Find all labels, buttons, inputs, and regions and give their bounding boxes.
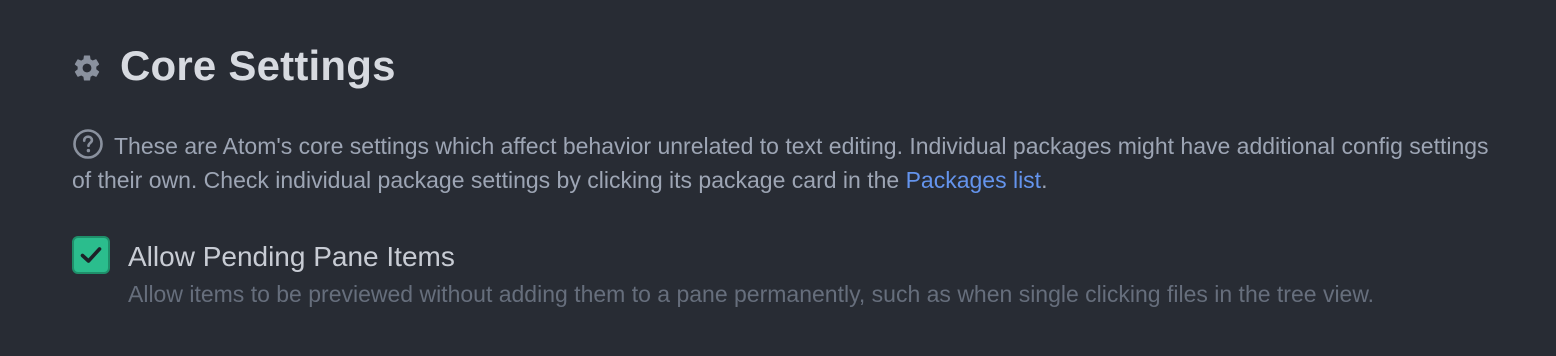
description-text: These are Atom's core settings which aff… <box>72 133 1489 193</box>
description-trailing-text: . <box>1041 167 1048 193</box>
packages-list-link[interactable]: Packages list <box>906 167 1042 193</box>
page-title: Core Settings <box>120 42 396 89</box>
section-heading: Core Settings <box>72 38 396 94</box>
setting-description: Allow items to be previewed without addi… <box>128 281 1375 307</box>
gear-icon <box>72 53 102 83</box>
settings-description: These are Atom's core settings which aff… <box>72 128 1502 197</box>
allow-pending-pane-items-checkbox[interactable] <box>72 236 110 274</box>
checkmark-icon <box>80 247 102 263</box>
question-circle-icon <box>72 128 104 160</box>
setting-title[interactable]: Allow Pending Pane Items <box>128 238 455 276</box>
